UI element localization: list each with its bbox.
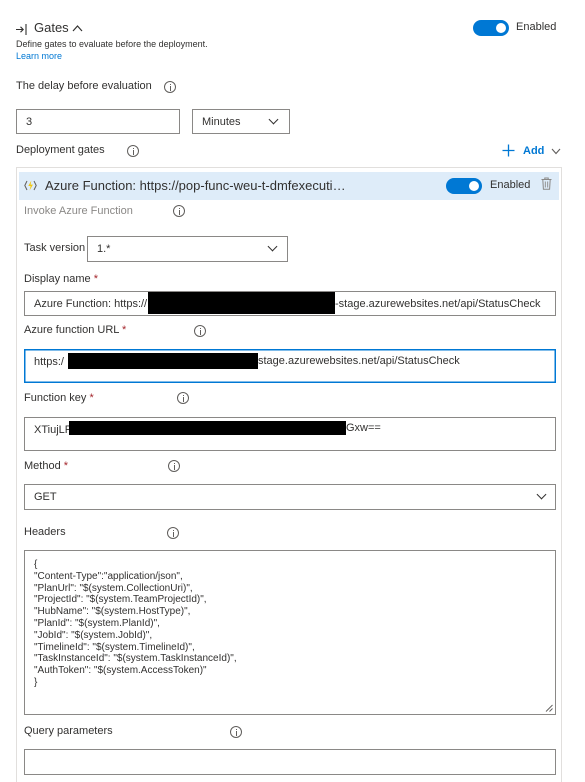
plus-icon	[502, 144, 515, 157]
task-version-label: Task version	[24, 242, 86, 254]
task-version-value: 1.*	[97, 243, 111, 255]
azure-function-icon	[24, 180, 37, 191]
headers-textarea[interactable]: { "Content-Type":"application/json", "Pl…	[24, 550, 556, 715]
function-key-suffix: Gxw==	[346, 422, 381, 434]
function-key-label: Function key *	[24, 392, 94, 404]
function-url-label: Azure function URL *	[24, 324, 126, 336]
deployment-gates-info-icon[interactable]	[127, 145, 140, 157]
function-url-prefix: https:/	[34, 356, 64, 368]
resize-handle-icon[interactable]	[545, 704, 553, 712]
gate-enabled-toggle[interactable]	[446, 178, 482, 194]
delay-value-input[interactable]: 3	[16, 109, 180, 134]
gate-card-header[interactable]: Azure Function: https://pop-func-weu-t-d…	[19, 172, 559, 200]
required-marker: *	[93, 273, 98, 285]
required-marker: *	[89, 392, 94, 404]
gate-enter-icon	[16, 24, 27, 35]
gates-enabled-label: Enabled	[516, 21, 557, 33]
display-name-prefix: Azure Function: https://	[34, 297, 148, 310]
method-select[interactable]: GET	[24, 484, 556, 510]
deployment-gates-label: Deployment gates	[16, 144, 105, 156]
delete-icon[interactable]	[541, 177, 552, 190]
gates-enabled-toggle[interactable]	[473, 20, 509, 36]
delay-info-icon[interactable]	[164, 81, 176, 93]
headers-value: { "Content-Type":"application/json", "Pl…	[34, 559, 237, 688]
function-key-prefix: XTiujLR	[34, 423, 73, 436]
redaction-bar	[69, 421, 346, 435]
function-key-label-text: Function key	[24, 392, 87, 404]
add-gate-button[interactable]: Add	[502, 143, 562, 161]
method-label-text: Method	[24, 460, 61, 472]
gates-title: Gates	[34, 20, 69, 35]
required-marker: *	[122, 324, 127, 336]
task-version-select[interactable]: 1.*	[87, 236, 288, 262]
method-label: Method *	[24, 460, 68, 472]
display-name-label-text: Display name	[24, 273, 91, 285]
delay-label: The delay before evaluation	[16, 80, 152, 92]
display-name-suffix: -stage.azurewebsites.net/api/StatusCheck	[335, 298, 541, 310]
delay-value-text: 3	[26, 115, 33, 128]
function-url-label-text: Azure function URL	[24, 324, 119, 336]
delay-unit-text: Minutes	[202, 115, 241, 128]
chevron-down-icon	[551, 148, 561, 155]
query-params-label: Query parameters	[24, 725, 113, 737]
gate-enabled-label: Enabled	[490, 179, 531, 191]
chevron-up-icon[interactable]	[72, 24, 83, 32]
function-url-suffix: stage.azurewebsites.net/api/StatusCheck	[258, 355, 460, 367]
gates-description: Define gates to evaluate before the depl…	[16, 39, 208, 49]
display-name-label: Display name *	[24, 273, 98, 285]
learn-more-link[interactable]: Learn more	[16, 51, 62, 61]
redaction-bar	[148, 292, 335, 314]
redaction-bar	[68, 353, 258, 369]
add-label: Add	[523, 145, 545, 157]
method-value: GET	[34, 491, 57, 503]
gate-title: Azure Function: https://pop-func-weu-t-d…	[45, 178, 346, 193]
gate-subtitle: Invoke Azure Function	[24, 205, 133, 217]
required-marker: *	[63, 460, 69, 472]
query-params-input[interactable]	[24, 749, 556, 775]
headers-label: Headers	[24, 526, 66, 538]
